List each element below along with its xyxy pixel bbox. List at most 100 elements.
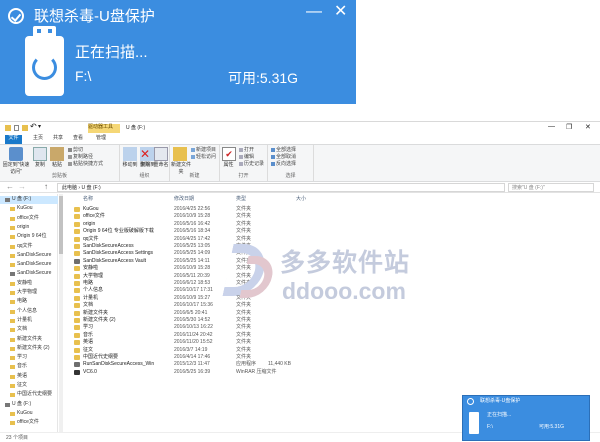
file-type: 文件夹 <box>236 206 252 212</box>
new-folder-big-icon[interactable] <box>173 147 187 161</box>
nav-item[interactable]: U 盘 (F:) <box>0 196 58 204</box>
undo-icon[interactable]: ↶ <box>30 122 37 131</box>
tab-file[interactable]: 文件 <box>5 135 22 144</box>
nav-item[interactable]: qq文件 <box>0 243 58 251</box>
clipboard-group-label: 剪贴板 <box>51 173 67 179</box>
file-date: 2016/5/16 16:42 <box>174 220 211 227</box>
nav-item[interactable]: 英语 <box>0 373 58 381</box>
nav-item[interactable]: SanDiskSecure <box>0 261 58 269</box>
site-watermark: 多多软件站 ddooo.com <box>222 238 448 316</box>
tab-view[interactable]: 查看 <box>73 135 83 144</box>
paste-label[interactable]: 粘贴 <box>49 162 65 169</box>
paste-shortcut-button[interactable]: 粘贴快捷方式 <box>68 161 103 168</box>
file-row[interactable]: Origin 9 64位 专业版破解版下载 2016/5/16 18:34 文件夹 <box>68 228 368 235</box>
invert-selection-button[interactable]: 反向选择 <box>271 161 296 168</box>
select-all-button[interactable]: 全部选择 <box>271 147 296 154</box>
app-icon <box>74 258 80 264</box>
pin-icon[interactable] <box>9 147 23 161</box>
file-row[interactable]: office文件 2016/10/9 15:28 文件夹 <box>68 213 368 220</box>
nav-item[interactable]: KuGou <box>0 205 58 213</box>
file-row[interactable]: 学习 2016/10/13 16:22 文件夹 <box>68 324 368 331</box>
up-button[interactable]: ↑ <box>44 182 48 191</box>
nav-item[interactable]: 征文 <box>0 382 58 390</box>
edit-button[interactable]: 编辑 <box>239 154 254 161</box>
folder-icon <box>74 325 80 331</box>
select-none-button[interactable]: 全部取消 <box>271 154 296 161</box>
forward-button[interactable]: → <box>18 182 26 191</box>
nav-item[interactable]: 学习 <box>0 354 58 362</box>
nav-item[interactable]: 大学物理 <box>0 289 58 297</box>
new-folder-icon[interactable] <box>22 125 28 131</box>
nav-item[interactable]: KuGou <box>0 410 58 418</box>
nav-item[interactable]: 电路 <box>0 298 58 306</box>
properties-check-icon[interactable]: ✔ <box>222 147 236 161</box>
copy-label[interactable]: 复制 <box>32 162 48 169</box>
move-to-icon[interactable] <box>123 147 137 161</box>
nav-item[interactable]: SanDiskSecure <box>0 270 58 278</box>
nav-item[interactable]: 个人信息 <box>0 308 58 316</box>
nav-item[interactable]: 新建文件夹 (2) <box>0 345 58 353</box>
back-button[interactable]: ← <box>6 182 14 191</box>
nav-item[interactable]: office文件 <box>0 215 58 223</box>
address-field[interactable]: 此电脑 › U 盘 (F:) <box>57 183 505 192</box>
open-button[interactable]: 打开 <box>239 147 254 154</box>
nav-item-label: 中国近代史纲要 <box>17 391 53 398</box>
nav-item[interactable]: 安静啦 <box>0 280 58 288</box>
properties-label[interactable]: 属性 <box>221 162 236 169</box>
delete-icon[interactable]: ✕ <box>138 147 152 161</box>
column-header-type[interactable]: 类型 <box>236 196 246 203</box>
properties-icon[interactable] <box>14 125 19 131</box>
nav-item[interactable]: SanDiskSecure <box>0 252 58 260</box>
column-header-size[interactable]: 大小 <box>296 196 306 203</box>
file-row[interactable]: origin 2016/5/16 16:42 文件夹 <box>68 221 368 228</box>
delete-label[interactable]: 删除 <box>138 162 152 169</box>
file-type: 文件夹 <box>236 346 252 353</box>
nav-item[interactable]: 计量机 <box>0 317 58 325</box>
file-row[interactable]: 中国近代史纲要 2016/4/14 17:46 文件夹 <box>68 354 368 361</box>
window-close-button[interactable]: ✕ <box>585 123 591 131</box>
quick-access-dropdown[interactable]: ▾ <box>38 123 41 130</box>
file-row[interactable]: RunSanDiskSecureAccess_Win 2015/12/3 11:4… <box>68 361 368 368</box>
file-row[interactable]: VC6.0 2016/5/25 16:39 WinRAR 压缩文件 <box>68 369 368 376</box>
nav-item[interactable]: 新建文件夹 <box>0 336 58 344</box>
easy-access-button[interactable]: 轻松访问 <box>191 154 216 161</box>
nav-item-label: 个人信息 <box>17 307 38 314</box>
nav-item[interactable]: origin <box>0 224 58 232</box>
file-row[interactable]: 英语 2016/11/20 15:52 文件夹 <box>68 339 368 346</box>
copy-path-button[interactable]: 复制路径 <box>68 154 93 161</box>
file-row[interactable]: 征文 2016/3/7 14:19 文件夹 <box>68 347 368 354</box>
nav-item[interactable]: 中国近代史纲要 <box>0 391 58 399</box>
file-row[interactable]: 音乐 2016/11/24 20:42 文件夹 <box>68 332 368 339</box>
history-button[interactable]: 历史记录 <box>239 161 264 168</box>
tab-share[interactable]: 共享 <box>53 135 63 144</box>
close-button[interactable]: ✕ <box>334 3 347 21</box>
file-date: 2016/3/7 14:19 <box>174 346 208 353</box>
nav-item[interactable]: Origin 9 64位 <box>0 233 58 241</box>
paste-icon[interactable] <box>50 147 64 161</box>
cut-button[interactable]: 剪切 <box>68 147 83 154</box>
window-maximize-button[interactable]: ❐ <box>566 123 572 131</box>
nav-item[interactable]: U 盘 (F:) <box>0 401 58 409</box>
nav-item-label: qq文件 <box>17 242 33 249</box>
file-row[interactable]: 新建文件夹 (2) 2016/5/30 14:52 文件夹 <box>68 317 368 324</box>
file-date: 2015/12/3 11:47 <box>174 361 210 368</box>
navigation-scroll-thumb[interactable] <box>59 196 63 254</box>
new-item-button[interactable]: 新建项目 <box>191 147 216 154</box>
window-minimize-button[interactable]: — <box>548 123 555 130</box>
column-header-date[interactable]: 修改日期 <box>174 196 194 203</box>
rename-icon[interactable] <box>154 147 168 161</box>
search-input[interactable]: 搜索"U 盘 (F:)" <box>508 183 594 192</box>
rename-label[interactable]: 重命名 <box>152 162 170 169</box>
nav-item[interactable]: 音乐 <box>0 363 58 371</box>
minimize-button[interactable]: — <box>306 3 322 21</box>
watermark-text: 多多软件站 <box>280 249 411 277</box>
tab-home[interactable]: 主页 <box>33 135 43 144</box>
new-item-label: 新建项目 <box>196 147 217 153</box>
tab-manage[interactable]: 管理 <box>96 135 106 144</box>
folder-icon <box>74 273 80 279</box>
nav-item[interactable]: 文档 <box>0 326 58 334</box>
nav-item[interactable]: office文件 <box>0 419 58 427</box>
copy-icon[interactable] <box>33 147 47 161</box>
file-row[interactable]: KuGou 2016/4/25 22:56 文件夹 <box>68 206 368 213</box>
column-header-name[interactable]: 名称 <box>83 196 93 203</box>
